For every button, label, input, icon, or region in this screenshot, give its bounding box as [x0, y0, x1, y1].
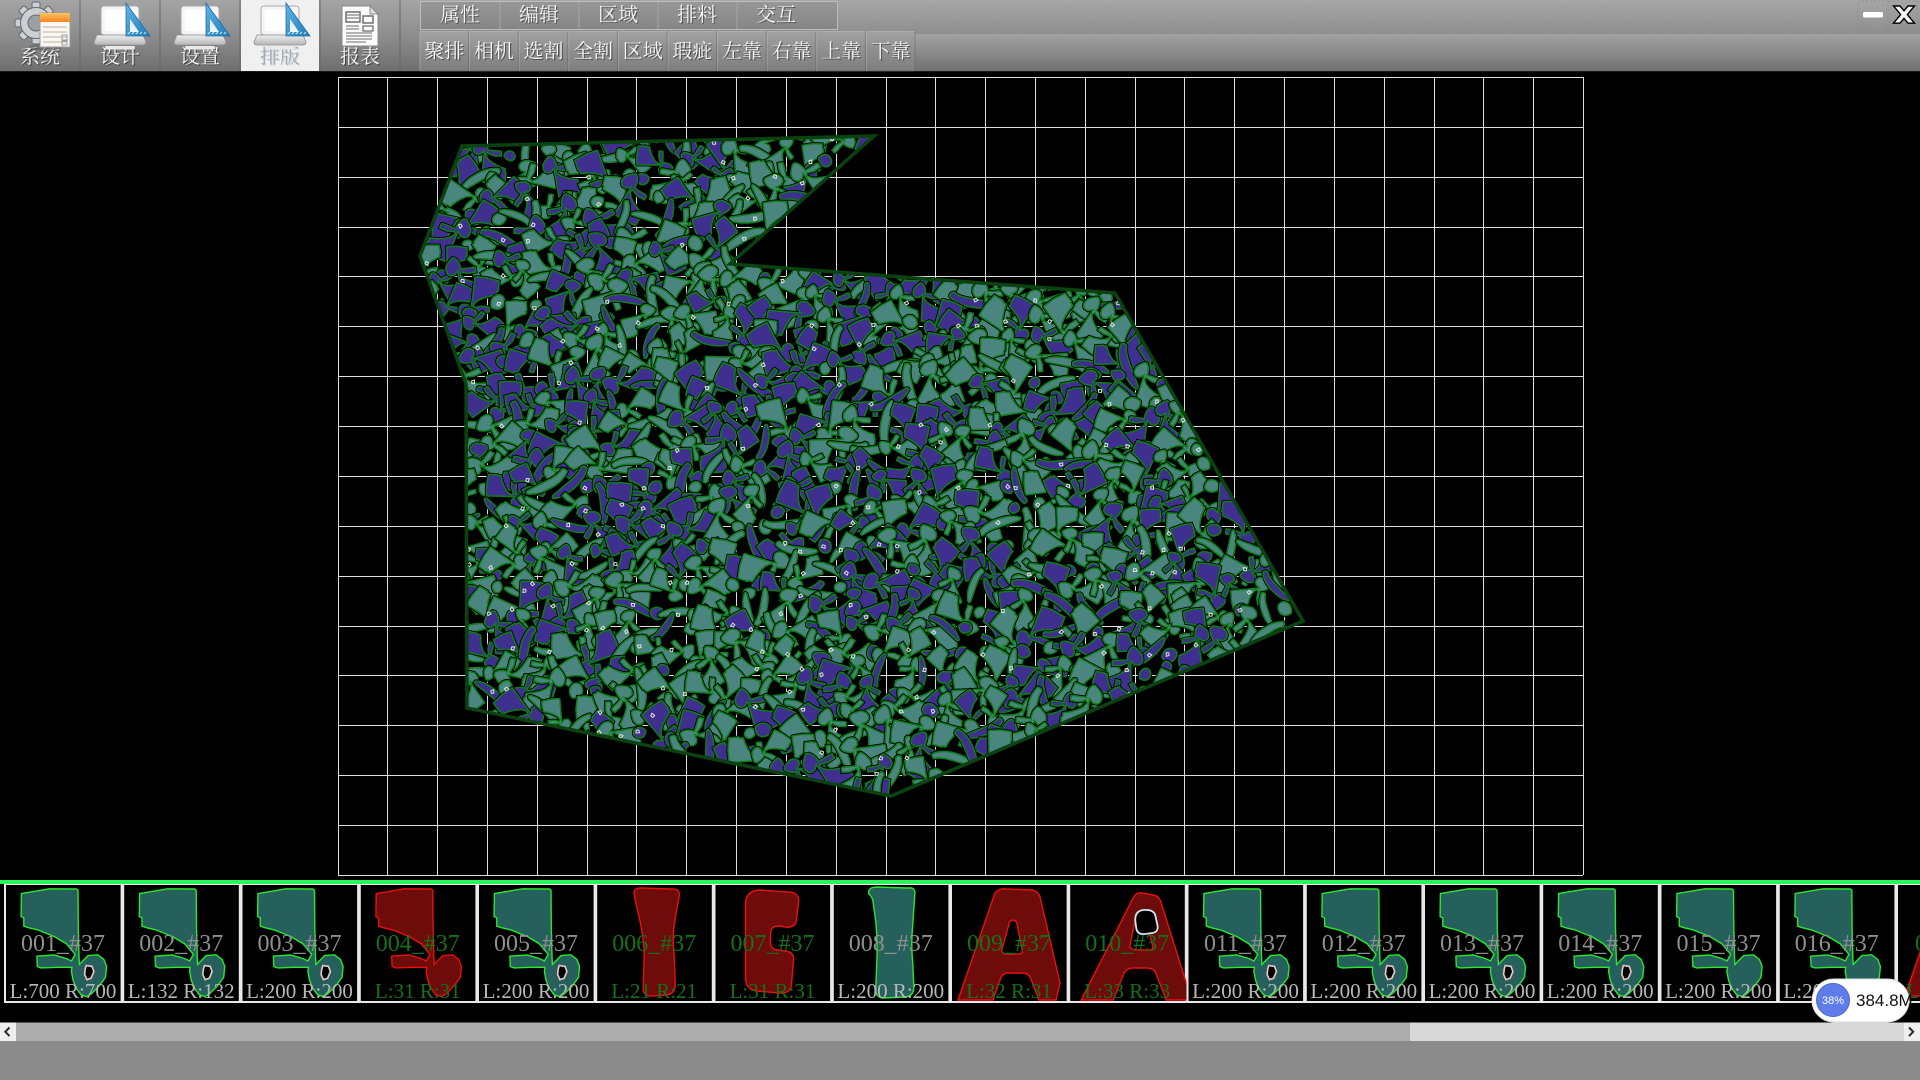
svg-text:011_#37: 011_#37 [1204, 931, 1287, 957]
svg-text:0: 0 [1915, 931, 1920, 957]
svg-text:012_#37: 012_#37 [1322, 931, 1406, 957]
svg-text:001_#37: 001_#37 [21, 931, 105, 957]
svg-text:014_#37: 014_#37 [1558, 931, 1642, 957]
svg-text:L:31 R:31: L:31 R:31 [375, 979, 461, 1003]
svg-text:L:33 R:33: L:33 R:33 [1084, 979, 1170, 1003]
svg-text:L:31 R:31: L:31 R:31 [730, 979, 816, 1003]
svg-text:L:200 R:200: L:200 R:200 [246, 979, 353, 1003]
svg-text:L:200 R:200: L:200 R:200 [1429, 979, 1536, 1003]
svg-text:007_#37: 007_#37 [731, 931, 815, 957]
svg-text:003_#37: 003_#37 [258, 931, 342, 957]
svg-text:004_#37: 004_#37 [376, 931, 460, 957]
svg-text:016_#37: 016_#37 [1795, 931, 1879, 957]
svg-text:L:200 R:200: L:200 R:200 [1547, 979, 1654, 1003]
svg-text:002_#37: 002_#37 [139, 931, 223, 957]
svg-text:L:200 R:200: L:200 R:200 [483, 979, 590, 1003]
svg-text:015_#37: 015_#37 [1677, 931, 1761, 957]
svg-text:L:700 R:700: L:700 R:700 [10, 979, 117, 1003]
svg-text:L:200 R:200: L:200 R:200 [1310, 979, 1417, 1003]
svg-text:010_#37: 010_#37 [1085, 931, 1169, 957]
svg-text:38%: 38% [1822, 995, 1844, 1007]
svg-text:009_#37: 009_#37 [967, 931, 1051, 957]
svg-text:L:32 R:31: L:32 R:31 [966, 979, 1052, 1003]
svg-text:384.8M: 384.8M [1856, 991, 1913, 1010]
svg-text:L:21 R:21: L:21 R:21 [611, 979, 697, 1003]
svg-text:005_#37: 005_#37 [494, 931, 578, 957]
svg-text:L:200 R:200: L:200 R:200 [1192, 979, 1299, 1003]
svg-text:006_#37: 006_#37 [612, 931, 696, 957]
svg-text:L:200 R:200: L:200 R:200 [837, 979, 944, 1003]
svg-text:013_#37: 013_#37 [1440, 931, 1524, 957]
svg-text:L:132 R:132: L:132 R:132 [128, 979, 235, 1003]
svg-text:L:200 R:200: L:200 R:200 [1665, 979, 1772, 1003]
svg-text:008_#37: 008_#37 [849, 931, 933, 957]
